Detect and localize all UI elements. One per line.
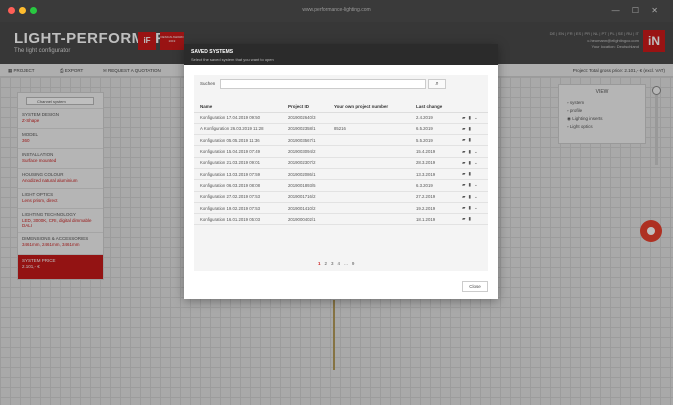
cell-project-id: 2019002640/3 — [282, 112, 328, 124]
table-row[interactable]: Konfiguration 16.01.2019 05:03 2019000402… — [194, 213, 488, 226]
cell-last-change: 6.3.2019 — [410, 179, 456, 192]
window-titlebar: www.performance-lighting.com — ☐ ✕ — [0, 0, 673, 22]
cell-name: Konfiguration 17.04.2019 09:50 — [194, 112, 282, 124]
cell-name: Konfiguration 21.03.2019 09:01 — [194, 157, 282, 169]
cell-own-number — [328, 202, 410, 215]
column-header-last-change[interactable]: Last change — [410, 101, 456, 113]
row-actions-icons[interactable]: ▰ ▮ — [456, 213, 488, 226]
cell-own-number — [328, 213, 410, 226]
table-row[interactable]: Konfiguration 19.02.2019 07:53 2019001410… — [194, 202, 488, 215]
cell-project-id: 2019000402/1 — [282, 213, 328, 226]
cell-project-id: 2019003567/1 — [282, 134, 328, 147]
pagination: 1 2 3 4... 9 — [318, 261, 358, 266]
column-header-project-id[interactable]: Project ID — [282, 101, 328, 113]
cell-last-change: 6.5.2019 — [410, 123, 456, 136]
cell-project-id: 2019001410/2 — [282, 202, 328, 215]
page-link[interactable]: 9 — [352, 261, 355, 266]
cell-project-id: 2019003094/2 — [282, 145, 328, 158]
row-actions-icons[interactable]: ▰ ▮ ⌄ — [456, 179, 488, 192]
saved-systems-table: Name Project ID Your own project number … — [194, 101, 488, 226]
cell-own-number — [328, 179, 410, 192]
cell-project-id: 2019002358/1 — [282, 123, 328, 136]
dialog-body: Suchen ⌕ Name Project ID Your own projec… — [194, 75, 488, 271]
column-header-actions — [456, 101, 488, 113]
cell-last-change: 19.2.2019 — [410, 202, 456, 215]
table-row[interactable]: A Konfiguration 26.03.2019 11:28 20190023… — [194, 123, 488, 136]
row-actions-icons[interactable]: ▰ ▮ ⌄ — [456, 157, 488, 169]
table-row[interactable]: Konfiguration 27.02.2019 07:53 2019001716… — [194, 191, 488, 203]
search-row: Suchen ⌕ — [194, 75, 488, 93]
cell-own-number — [328, 134, 410, 147]
cell-last-change: 13.3.2019 — [410, 168, 456, 181]
cell-last-change: 18.1.2019 — [410, 213, 456, 226]
row-actions-icons[interactable]: ▰ ▮ ⌄ — [456, 191, 488, 203]
cell-own-number — [328, 168, 410, 181]
table-row[interactable]: Konfiguration 05.05.2019 11:36 2019003567… — [194, 134, 488, 147]
cell-own-number — [328, 112, 410, 124]
window-controls[interactable]: — ☐ ✕ — [612, 6, 663, 15]
row-actions-icons[interactable]: ▰ ▮ ⌄ — [456, 202, 488, 215]
row-actions-icons[interactable]: ▰ ▮ ⌄ — [456, 145, 488, 158]
cell-last-change: 15.4.2019 — [410, 145, 456, 158]
page-link[interactable]: 1 — [318, 261, 321, 266]
saved-systems-dialog: SAVED SYSTEMS Select the saved system th… — [184, 44, 498, 299]
cell-last-change: 27.2.2019 — [410, 191, 456, 203]
cell-own-number — [328, 191, 410, 203]
table-row[interactable]: Konfiguration 15.04.2019 07:49 2019003094… — [194, 145, 488, 158]
row-actions-icons[interactable]: ▰ ▮ — [456, 134, 488, 147]
cell-own-number — [328, 145, 410, 158]
cell-name: Konfiguration 19.02.2019 07:53 — [194, 202, 282, 215]
page-link[interactable]: 4 — [338, 261, 341, 266]
table-row[interactable]: Konfiguration 17.04.2019 09:50 2019002640… — [194, 112, 488, 124]
cell-last-change: 5.5.2019 — [410, 134, 456, 147]
cell-name: Konfiguration 27.02.2019 07:53 — [194, 191, 282, 203]
cell-name: A Konfiguration 26.03.2019 11:28 — [194, 123, 282, 136]
search-icon[interactable]: ⌕ — [428, 79, 446, 89]
cell-last-change: 2.4.2019 — [410, 112, 456, 124]
table-header-row: Name Project ID Your own project number … — [194, 101, 488, 113]
search-input[interactable] — [220, 79, 426, 89]
table-row[interactable]: Konfiguration 06.03.2019 08:08 2019001893… — [194, 179, 488, 192]
column-header-name[interactable]: Name — [194, 101, 282, 113]
cell-own-number — [328, 157, 410, 169]
cell-project-id: 2019002086/1 — [282, 168, 328, 181]
table-row[interactable]: Konfiguration 21.03.2019 09:01 2019002307… — [194, 157, 488, 169]
page-link[interactable]: 3 — [331, 261, 334, 266]
cell-last-change: 28.3.2019 — [410, 157, 456, 169]
cell-project-id: 2019002307/2 — [282, 157, 328, 169]
dialog-title: SAVED SYSTEMS — [191, 49, 234, 55]
cell-name: Konfiguration 06.03.2019 08:08 — [194, 179, 282, 192]
close-button[interactable]: Close — [462, 281, 488, 292]
cell-name: Konfiguration 16.01.2019 05:03 — [194, 213, 282, 226]
cell-name: Konfiguration 05.05.2019 11:36 — [194, 134, 282, 147]
search-label: Suchen — [200, 81, 216, 86]
dialog-subtitle: Select the saved system that you want to… — [191, 57, 274, 62]
page-link[interactable]: 2 — [325, 261, 328, 266]
cell-own-number: 85216 — [328, 123, 410, 136]
dialog-header: SAVED SYSTEMS Select the saved system th… — [184, 44, 498, 65]
row-actions-icons[interactable]: ▰ ▮ — [456, 123, 488, 136]
column-header-own-number[interactable]: Your own project number — [328, 101, 410, 113]
page-link[interactable]: ... — [344, 261, 348, 266]
row-actions-icons[interactable]: ▰ ▮ — [456, 168, 488, 181]
cell-project-id: 2019001893/5 — [282, 179, 328, 192]
row-actions-icons[interactable]: ▰ ▮ ⌄ — [456, 112, 488, 124]
cell-name: Konfiguration 15.04.2019 07:49 — [194, 145, 282, 158]
cell-name: Konfiguration 13.03.2019 07:59 — [194, 168, 282, 181]
cell-project-id: 2019001716/2 — [282, 191, 328, 203]
window-url: www.performance-lighting.com — [302, 7, 371, 13]
table-row[interactable]: Konfiguration 13.03.2019 07:59 2019002086… — [194, 168, 488, 181]
